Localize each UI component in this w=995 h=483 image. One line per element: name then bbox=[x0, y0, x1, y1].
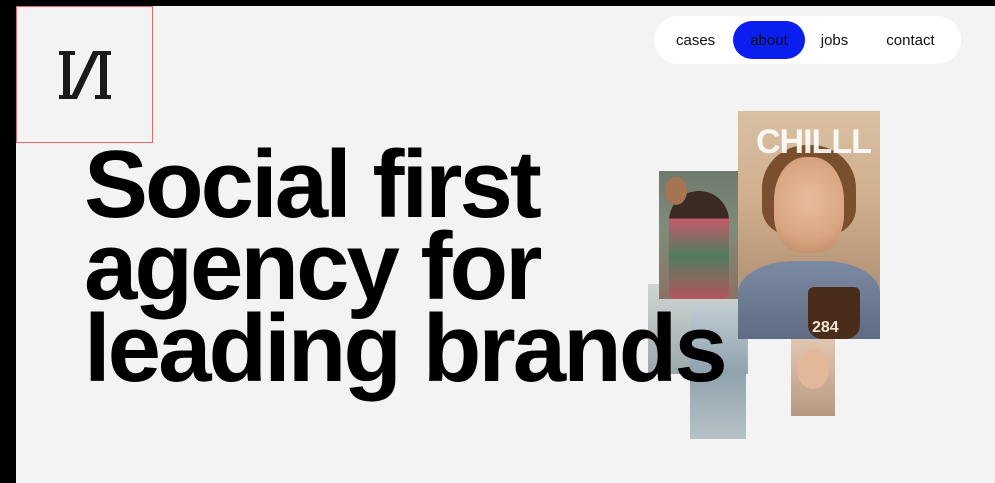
nav-item-contact[interactable]: contact bbox=[874, 21, 946, 59]
main-nav: cases about jobs contact bbox=[654, 16, 961, 64]
logo-icon bbox=[59, 51, 111, 99]
photo-brand-text: CHILLL bbox=[756, 123, 872, 161]
collage-photo-right bbox=[791, 339, 835, 416]
nav-item-cases[interactable]: cases bbox=[664, 21, 727, 59]
photo-cup-label: 284 bbox=[812, 319, 839, 336]
page: cases about jobs contact 284 CHILLL Soci… bbox=[16, 6, 995, 483]
photo-face bbox=[797, 349, 829, 389]
hero-headline: Social first agency for leading brands bbox=[84, 137, 728, 402]
collage-photo-main: 284 CHILLL bbox=[738, 111, 880, 339]
nav-item-about[interactable]: about bbox=[733, 21, 805, 59]
hero-line-3: leading brands bbox=[84, 295, 728, 402]
nav-item-jobs[interactable]: jobs bbox=[809, 21, 861, 59]
logo-container[interactable] bbox=[16, 6, 153, 143]
photo-face bbox=[774, 157, 844, 253]
